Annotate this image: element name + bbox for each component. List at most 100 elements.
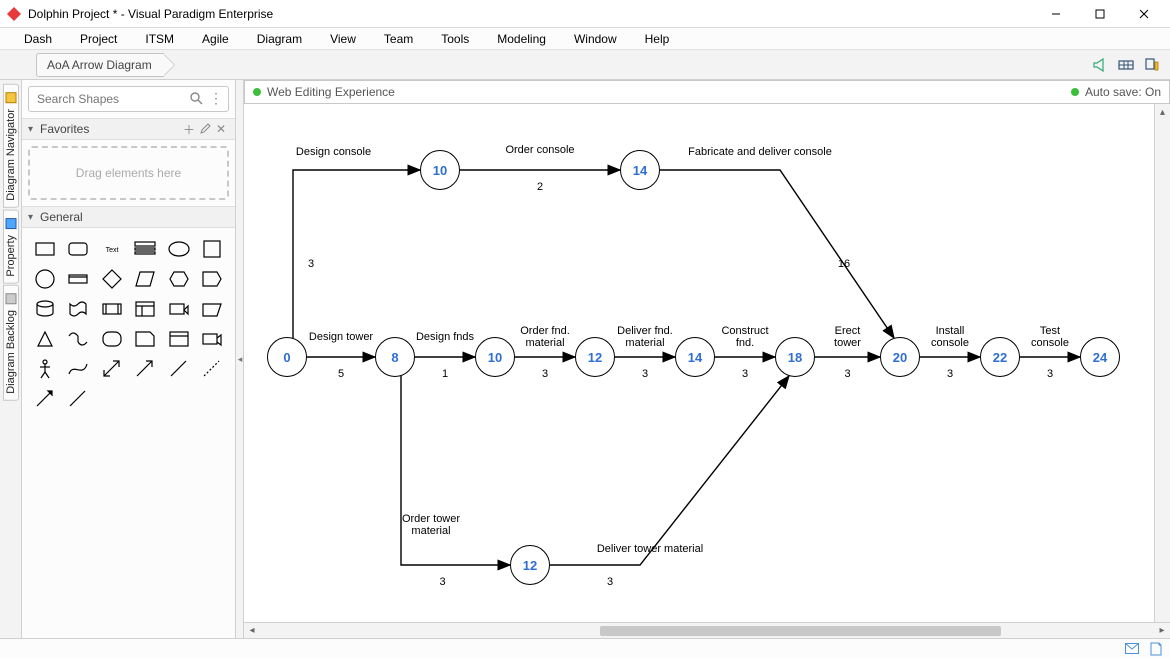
edge-duration: 3 [742, 368, 748, 380]
aoa-node[interactable]: 8 [375, 337, 415, 377]
aoa-node[interactable]: 10 [420, 150, 460, 190]
note-icon[interactable] [1148, 641, 1164, 657]
scroll-thumb[interactable] [600, 626, 1001, 636]
aoa-node[interactable]: 10 [475, 337, 515, 377]
menu-dash[interactable]: Dash [10, 28, 66, 50]
shape-stencil[interactable] [131, 236, 161, 262]
status-left-label: Web Editing Experience [267, 85, 395, 99]
aoa-node[interactable]: 22 [980, 337, 1020, 377]
shape-stencil[interactable] [198, 296, 228, 322]
mail-icon[interactable] [1124, 641, 1140, 657]
shape-stencil[interactable] [164, 356, 194, 382]
secondary-toolbar: AoA Arrow Diagram [0, 50, 1170, 80]
shape-stencil[interactable] [64, 296, 94, 322]
menu-diagram[interactable]: Diagram [243, 28, 316, 50]
layout-icon[interactable] [1114, 53, 1138, 77]
aoa-node[interactable]: 12 [575, 337, 615, 377]
shape-stencil[interactable] [97, 296, 127, 322]
close-favorite-icon[interactable]: ✕ [213, 121, 229, 137]
shape-stencil[interactable] [64, 326, 94, 352]
shape-stencil[interactable] [131, 296, 161, 322]
aoa-node[interactable]: 0 [267, 337, 307, 377]
shape-stencil[interactable] [198, 236, 228, 262]
shape-stencil[interactable] [64, 266, 94, 292]
scroll-right-icon[interactable]: ▸ [1154, 625, 1170, 636]
search-icon[interactable] [189, 91, 203, 108]
edge-label: Deliver fnd. material [617, 325, 673, 349]
shape-stencil[interactable] [64, 236, 94, 262]
menu-view[interactable]: View [316, 28, 370, 50]
shape-stencil[interactable] [198, 326, 228, 352]
shape-stencil[interactable] [198, 356, 228, 382]
status-dot-icon [253, 88, 261, 96]
breadcrumb-item[interactable]: AoA Arrow Diagram [36, 53, 164, 77]
shape-stencil[interactable] [164, 296, 194, 322]
svg-text:Text: Text [105, 247, 118, 254]
menu-help[interactable]: Help [631, 28, 684, 50]
aoa-node[interactable]: 24 [1080, 337, 1120, 377]
announce-icon[interactable] [1088, 53, 1112, 77]
shape-stencil[interactable] [30, 236, 60, 262]
shape-stencil[interactable] [131, 356, 161, 382]
shape-stencil[interactable] [30, 356, 60, 382]
shape-stencil[interactable] [131, 326, 161, 352]
shape-stencil[interactable] [131, 266, 161, 292]
side-tab-diagram-navigator[interactable]: Diagram Navigator [3, 84, 19, 208]
aoa-node[interactable]: 14 [620, 150, 660, 190]
edge-label: Design console [296, 146, 371, 158]
shape-stencil[interactable] [97, 326, 127, 352]
palette-splitter[interactable]: ◂ [236, 80, 244, 638]
shape-stencil[interactable] [164, 326, 194, 352]
add-favorite-icon[interactable]: ＋ [181, 121, 197, 137]
shape-stencil[interactable] [30, 326, 60, 352]
side-tab-property[interactable]: Property [3, 210, 19, 284]
scroll-up-icon[interactable]: ▴ [1155, 104, 1170, 120]
splitter-handle-icon[interactable]: ◂ [236, 339, 244, 379]
menu-modeling[interactable]: Modeling [483, 28, 560, 50]
side-tab-diagram-backlog[interactable]: Diagram Backlog [3, 285, 19, 401]
status-dot-icon [1071, 88, 1079, 96]
window-minimize-button[interactable] [1034, 0, 1078, 28]
edge-label: Install console [931, 325, 969, 349]
aoa-node[interactable]: 18 [775, 337, 815, 377]
aoa-node[interactable]: 20 [880, 337, 920, 377]
menu-tools[interactable]: Tools [427, 28, 483, 50]
horizontal-scrollbar[interactable]: ◂ ▸ [244, 622, 1170, 638]
menu-project[interactable]: Project [66, 28, 131, 50]
shape-stencil[interactable] [97, 356, 127, 382]
edge-label: Fabricate and deliver console [688, 146, 832, 158]
menu-agile[interactable]: Agile [188, 28, 243, 50]
aoa-node[interactable]: 12 [510, 545, 550, 585]
shape-stencil[interactable] [30, 266, 60, 292]
scroll-left-icon[interactable]: ◂ [244, 625, 260, 636]
shape-stencil[interactable] [164, 266, 194, 292]
shape-stencil[interactable] [97, 266, 127, 292]
format-panel-icon[interactable] [1140, 53, 1164, 77]
shape-stencil[interactable] [164, 236, 194, 262]
chevron-down-icon: ▾ [28, 124, 38, 135]
menu-itsm[interactable]: ITSM [131, 28, 188, 50]
shape-stencil[interactable]: Text [97, 236, 127, 262]
menu-window[interactable]: Window [560, 28, 631, 50]
general-section-header[interactable]: ▾ General [22, 206, 235, 228]
diagram-canvas[interactable]: Design tower5Design fnds1Order fnd. mate… [244, 104, 1154, 622]
shape-stencil[interactable] [198, 266, 228, 292]
search-more-icon[interactable]: ⋮ [209, 90, 223, 107]
menu-team[interactable]: Team [370, 28, 427, 50]
edge-duration: 3 [308, 257, 314, 269]
shape-stencil[interactable] [64, 356, 94, 382]
breadcrumb: AoA Arrow Diagram [36, 50, 164, 79]
side-tab-label: Diagram Backlog [5, 310, 17, 394]
window-close-button[interactable] [1122, 0, 1166, 28]
shape-stencil[interactable] [30, 386, 60, 412]
aoa-node[interactable]: 14 [675, 337, 715, 377]
edit-favorite-icon[interactable] [197, 121, 213, 137]
shape-stencil[interactable] [30, 296, 60, 322]
edge-duration: 3 [1047, 368, 1053, 380]
window-maximize-button[interactable] [1078, 0, 1122, 28]
favorites-drop-zone[interactable]: Drag elements here [28, 146, 229, 200]
shape-stencil[interactable] [64, 386, 94, 412]
side-tab-label: Diagram Navigator [5, 109, 17, 201]
favorites-section-header[interactable]: ▾ Favorites ＋ ✕ [22, 118, 235, 140]
vertical-scrollbar[interactable]: ▴ [1154, 104, 1170, 622]
